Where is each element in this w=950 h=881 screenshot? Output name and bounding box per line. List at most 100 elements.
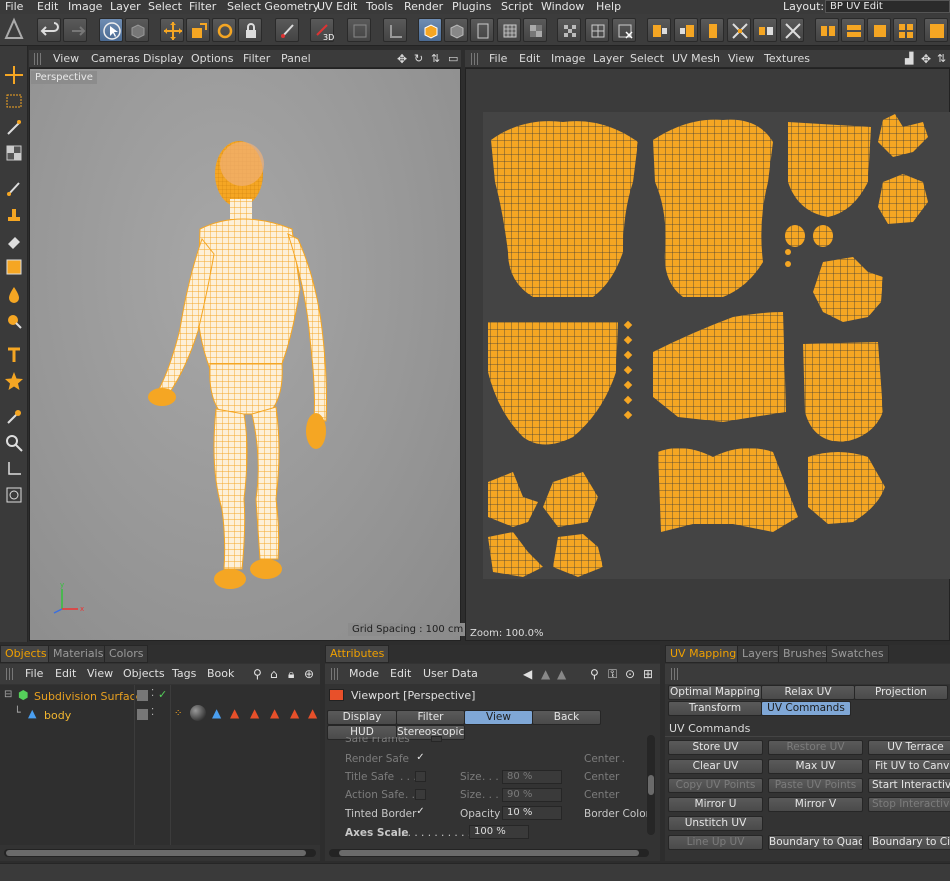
- material-tag-icon[interactable]: [190, 705, 206, 721]
- eraser-tool[interactable]: [3, 230, 25, 252]
- tab-objects[interactable]: Objects: [0, 645, 52, 663]
- tab-attributes[interactable]: Attributes: [325, 645, 390, 663]
- subtab-relax-uv[interactable]: Relax UV: [761, 685, 855, 700]
- uv-terrace-button[interactable]: UV Terrace: [868, 740, 950, 755]
- scale-tool-button[interactable]: [186, 18, 210, 42]
- tab-display[interactable]: Display: [327, 710, 397, 725]
- cube-select-button[interactable]: [125, 18, 149, 42]
- objects-menu-file[interactable]: File: [25, 667, 43, 680]
- menu-select[interactable]: Select: [148, 0, 182, 14]
- uv-grid-button[interactable]: [523, 18, 547, 42]
- mirror-u-button[interactable]: Mirror U: [668, 797, 763, 812]
- objects-grip[interactable]: [6, 668, 14, 680]
- visibility-dots-icon[interactable]: ⁚: [151, 707, 154, 718]
- viewport-menu-display[interactable]: Display: [143, 52, 184, 65]
- polygon-selection-tag-icon[interactable]: ▲: [270, 706, 279, 720]
- menu-window[interactable]: Window: [541, 0, 584, 14]
- viewport-menu-view[interactable]: View: [53, 52, 79, 65]
- menu-layer[interactable]: Layer: [110, 0, 141, 14]
- polygon-selection-tag-icon[interactable]: ▲: [230, 706, 239, 720]
- menu-help[interactable]: Help: [596, 0, 621, 14]
- viewport-move-icon[interactable]: ✥: [397, 52, 407, 66]
- stop-interactive-mapping-button[interactable]: Stop Interactive Mapping: [868, 797, 950, 812]
- attributes-grip[interactable]: [331, 668, 339, 680]
- uv-x-button[interactable]: [612, 18, 636, 42]
- uv-menu-select[interactable]: Select: [630, 52, 664, 65]
- attributes-menu-user-data[interactable]: User Data: [423, 667, 478, 680]
- view-layout-5-button[interactable]: [924, 18, 948, 42]
- histogram-icon[interactable]: ▟: [905, 52, 913, 65]
- tab-uv-mapping[interactable]: UV Mapping: [665, 645, 742, 663]
- title-safe-checkbox[interactable]: [415, 771, 426, 782]
- pack-button[interactable]: [780, 18, 804, 42]
- clear-uv-button[interactable]: Clear UV: [668, 759, 763, 774]
- mirror-v-button[interactable]: Mirror V: [768, 797, 863, 812]
- viewport-orbit-icon[interactable]: ↻: [414, 52, 423, 65]
- redo-button[interactable]: [63, 18, 87, 42]
- tree-row-subdivision[interactable]: ⊟ ⬢ Subdivision Surface ⁚ ✓: [0, 687, 320, 705]
- view-layout-3-button[interactable]: [867, 18, 891, 42]
- boundary-to-circle-button[interactable]: Boundary to Circle: [868, 835, 950, 850]
- viewport-grip[interactable]: [34, 53, 42, 65]
- line-up-uv-button[interactable]: Line Up UV: [668, 835, 763, 850]
- expand-icon[interactable]: ⊕: [304, 667, 314, 681]
- magic-wand-tool[interactable]: [3, 116, 25, 138]
- uvw-tag-icon[interactable]: ⁘: [174, 708, 182, 719]
- menu-render[interactable]: Render: [404, 0, 443, 14]
- uv-menu-edit[interactable]: Edit: [519, 52, 540, 65]
- up-arrow-icon[interactable]: ▲: [557, 667, 566, 681]
- tab-materials[interactable]: Materials: [48, 645, 109, 663]
- subtab-projection[interactable]: Projection: [854, 685, 948, 700]
- search-icon[interactable]: ⚲: [253, 667, 262, 681]
- viewport-maximize-icon[interactable]: ▭: [448, 52, 458, 65]
- live-selection-button[interactable]: [99, 18, 123, 42]
- tab-colors[interactable]: Colors: [104, 645, 149, 663]
- safe-frames-checkbox[interactable]: [431, 736, 442, 742]
- uv-menu-image[interactable]: Image: [551, 52, 585, 65]
- objects-menu-book[interactable]: Book: [207, 667, 234, 680]
- checker-select-tool[interactable]: [3, 142, 25, 164]
- stamp-tool[interactable]: [3, 204, 25, 226]
- polygon-selection-tag-icon[interactable]: ▲: [290, 706, 299, 720]
- action-safe-checkbox[interactable]: [415, 789, 426, 800]
- uv-panel-grip[interactable]: [671, 668, 679, 680]
- opacity-field[interactable]: 10 %: [502, 806, 562, 820]
- title-safe-size-field[interactable]: 80 %: [502, 770, 562, 784]
- undo-button[interactable]: [37, 18, 61, 42]
- tab-brushes[interactable]: Brushes: [778, 645, 833, 663]
- menu-uv-edit[interactable]: UV Edit: [317, 0, 357, 14]
- subtab-optimal-mapping[interactable]: Optimal Mapping: [668, 685, 762, 700]
- uv-zoom-icon[interactable]: ⇅: [937, 52, 946, 65]
- layer-swatch[interactable]: [137, 690, 148, 701]
- render-safe-checkbox[interactable]: ✓: [415, 753, 426, 764]
- move-tool[interactable]: [3, 64, 25, 86]
- uv-view-grip[interactable]: [471, 53, 479, 65]
- uv-menu-uv-mesh[interactable]: UV Mesh: [672, 52, 720, 65]
- uv-menu-file[interactable]: File: [489, 52, 507, 65]
- objects-menu-view[interactable]: View: [87, 667, 113, 680]
- unstitch-uv-button[interactable]: Unstitch UV: [668, 816, 763, 831]
- history-icon[interactable]: ⊙: [625, 667, 635, 681]
- forward-arrow-icon[interactable]: ▲: [541, 667, 550, 681]
- align-center-button[interactable]: [700, 18, 724, 42]
- menu-image[interactable]: Image: [68, 0, 102, 14]
- copy-uv-points-button[interactable]: Copy UV Points: [668, 778, 763, 793]
- view-layout-2-button[interactable]: [841, 18, 865, 42]
- paste-uv-points-button[interactable]: Paste UV Points: [768, 778, 863, 793]
- attributes-hscrollbar[interactable]: [329, 849, 649, 857]
- back-arrow-icon[interactable]: ◀: [523, 667, 532, 681]
- uv-menu-textures[interactable]: Textures: [764, 52, 810, 65]
- brush-tool[interactable]: [3, 178, 25, 200]
- fit-uv-to-canvas-button[interactable]: Fit UV to Canvas: [868, 759, 950, 774]
- objects-hscrollbar[interactable]: [4, 849, 316, 857]
- uv-move-icon[interactable]: ✥: [921, 52, 931, 66]
- rotate-tool-button[interactable]: [212, 18, 236, 42]
- viewport-menu-options[interactable]: Options: [191, 52, 233, 65]
- pan-tool[interactable]: [3, 458, 25, 480]
- start-interactive-mapping-button[interactable]: Start Interactive Mapping: [868, 778, 950, 793]
- scroll-thumb[interactable]: [339, 850, 639, 856]
- texture-mode-button[interactable]: [470, 18, 494, 42]
- menu-plugins[interactable]: Plugins: [452, 0, 491, 14]
- text-tool[interactable]: [3, 344, 25, 366]
- uv-edit-mode-button[interactable]: [497, 18, 521, 42]
